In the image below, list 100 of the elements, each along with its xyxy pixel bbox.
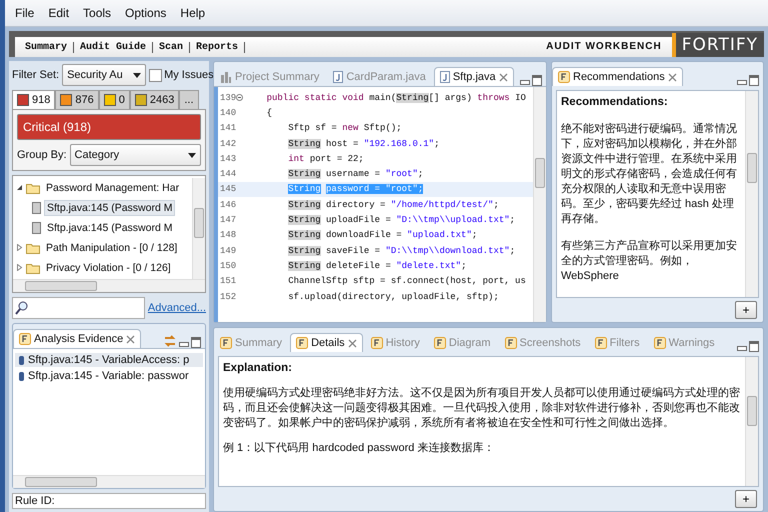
menu-item[interactable]: Help [174, 4, 212, 22]
line-number: 151 [219, 276, 238, 286]
line-number: 140 [219, 108, 238, 118]
line-number: 149 [219, 246, 238, 256]
line-number: 150 [219, 260, 238, 271]
search-field[interactable] [12, 297, 145, 319]
paragraph: 使用硬编码方式处理密码绝非好方法。这不仅是因为所有项目开发人员都可以使用通过硬编码方式处理的密码，而且还会使解决这一问题变得极其困难。一旦代码投入使用，除非对软件进行修补，否则您再也不能改变密码了。如果帐户中的密码保护减弱，系统所有者将被迫在安全性和可行性之间做出选择。 [223, 386, 741, 431]
severity-tab[interactable]: 918 [12, 90, 56, 109]
severity-bar[interactable]: Critical (918) [17, 114, 201, 140]
advanced-link[interactable]: Advanced... [148, 302, 206, 314]
tree-item[interactable]: Sftp.java:145 (Password M [44, 220, 176, 236]
panel-icon [19, 333, 31, 345]
line-number: 146 [219, 200, 238, 210]
nav-tab[interactable]: Audit Guide [74, 42, 154, 52]
dropdown-caret-icon[interactable] [188, 152, 196, 158]
section-heading: Recommendations: [561, 95, 669, 110]
line-number: 143 [219, 154, 238, 164]
code-line: String uploadFile = "D:\\tmp\\upload.txt"; [287, 215, 516, 226]
close-icon[interactable] [668, 72, 677, 82]
folder-icon [26, 242, 40, 254]
code-line: String deleteFile = "delete.txt"; [287, 260, 466, 271]
maximize-icon[interactable] [749, 341, 759, 352]
paragraph: 例 1：以下代码用 hardcoded password 来连接数据库： [223, 441, 496, 456]
panel-tab[interactable]: Analysis Evidence [13, 329, 142, 348]
line-number: 141 [219, 123, 238, 134]
code-line: int port = 22; [287, 154, 364, 164]
close-icon[interactable] [348, 338, 357, 348]
maximize-icon[interactable] [532, 75, 542, 86]
minimize-icon[interactable] [737, 80, 747, 86]
menu-item[interactable]: Options [119, 4, 172, 22]
vertical-scrollbar[interactable] [745, 91, 758, 297]
code-line: String host = "192.168.0.1"; [287, 138, 440, 149]
tree-item[interactable]: Password Management: Har [43, 180, 182, 196]
code-line: sf.upload(directory, uploadFile, sftp); [287, 292, 499, 302]
code-line: ChannelSftp sftp = sf.connect(host, port, us [287, 276, 526, 286]
paragraph: 绝不能对密码进行硬编码。通常情况下，应对密码加以模糊化，并在外部资源文件中进行管理。在系统中采用明文的形式存储密码，会造成任何有充分权限的人读取和无意中误用密码。至少，密码要先经过 hash 处理再存储。 [561, 122, 738, 227]
panel-icon [370, 337, 383, 349]
code-line: { [266, 108, 272, 118]
file-icon [32, 222, 41, 234]
nav-tab[interactable]: Summary [19, 42, 74, 52]
close-icon[interactable] [498, 72, 508, 82]
java-file-icon [333, 71, 344, 83]
close-icon[interactable] [126, 334, 136, 344]
tree-item[interactable]: Path Manipulation - [0 / 128] [43, 240, 180, 256]
collapsed-arrow-icon[interactable] [16, 264, 23, 271]
menu-item[interactable]: File [9, 4, 40, 22]
code-line: String username = "root"; [287, 169, 424, 180]
tree-item[interactable]: Privacy Violation - [0 / 126] [43, 260, 174, 276]
line-number: 152 [219, 292, 238, 302]
minimize-icon[interactable] [737, 346, 747, 352]
filter-set-dropdown[interactable]: Security Au [62, 64, 146, 86]
line-number: 147 [219, 215, 238, 226]
dropdown-caret-icon[interactable] [133, 72, 142, 78]
severity-tab[interactable]: 876 [55, 90, 99, 109]
minimize-icon[interactable] [179, 342, 189, 348]
panel-icon [296, 337, 308, 349]
line-number: 144 [219, 169, 238, 180]
group-by-label: Group By: [17, 149, 67, 161]
logo: FORTIFY [672, 33, 764, 57]
tree-item[interactable]: Sftp.java:145 (Password M [44, 200, 176, 216]
panel-icon [220, 337, 232, 349]
details-tab[interactable]: Details [290, 333, 363, 352]
group-by-dropdown[interactable]: Category [70, 144, 201, 166]
menu-item[interactable]: Tools [77, 4, 118, 22]
add-button[interactable]: + [735, 490, 757, 508]
paragraph: 有些第三方产品宣称可以采用更加安全的方式管理密码。例如，WebSphere [561, 239, 738, 284]
folder-icon [26, 262, 40, 274]
panel-icon [434, 337, 446, 349]
more-tab[interactable]: ... [179, 90, 198, 109]
file-icon [32, 202, 41, 214]
vertical-scrollbar[interactable] [533, 87, 546, 322]
maximize-icon[interactable] [191, 337, 201, 348]
folder-icon [26, 182, 40, 194]
section-heading: Explanation: [223, 361, 294, 376]
menu-item[interactable]: Edit [42, 4, 76, 22]
severity-tab[interactable]: 0 [98, 90, 130, 109]
vertical-scrollbar[interactable] [745, 357, 758, 486]
severity-tab[interactable]: 2463 [130, 90, 180, 109]
code-line: String password = "root"; [287, 184, 424, 194]
expanded-arrow-icon[interactable] [16, 184, 23, 191]
maximize-icon[interactable] [749, 75, 759, 86]
panel-icon [594, 337, 607, 349]
vertical-scrollbar[interactable] [192, 178, 205, 279]
horizontal-scrollbar[interactable] [13, 475, 205, 488]
code-line: String directory = "/home/httpd/test/"; [287, 200, 499, 210]
checkbox[interactable] [149, 68, 162, 82]
minimize-icon[interactable] [520, 80, 530, 86]
evidence-item[interactable]: Sftp.java:145 - Variable: passwor [15, 369, 203, 383]
collapsed-arrow-icon[interactable] [16, 244, 23, 251]
add-button[interactable]: + [735, 301, 757, 319]
nav-tab[interactable]: Scan [153, 42, 190, 52]
editor-tab[interactable]: Sftp.java [434, 67, 514, 86]
panel-tab[interactable]: Recommendations [552, 67, 683, 86]
evidence-item[interactable]: Sftp.java:145 - VariableAccess: p [15, 353, 203, 367]
sync-icon[interactable] [163, 334, 177, 348]
filter-label: Filter Set: [12, 69, 60, 81]
code-line: String downloadFile = "upload.txt"; [287, 230, 478, 240]
fold-icon[interactable] [236, 94, 244, 102]
horizontal-scrollbar[interactable] [13, 279, 205, 292]
nav-tab[interactable]: Reports [190, 42, 246, 52]
